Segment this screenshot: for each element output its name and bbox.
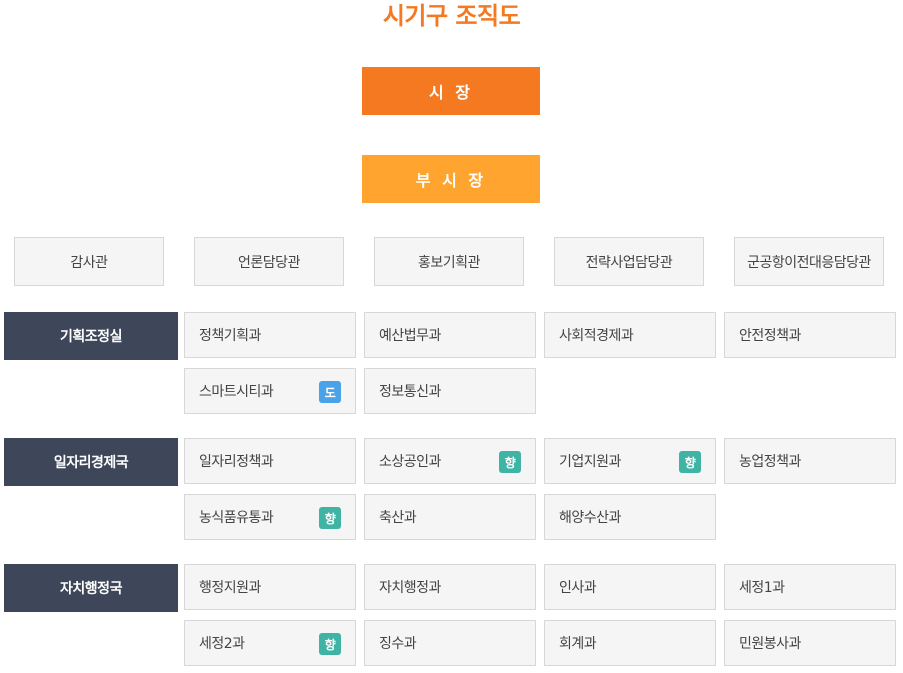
staff-office-box[interactable]: 군공항이전대응담당관 — [734, 237, 884, 286]
dept-label: 축산과 — [379, 510, 417, 526]
dept-label: 소상공인과 — [379, 454, 441, 470]
staff-office-box[interactable]: 홍보기획관 — [374, 237, 524, 286]
dept-box[interactable]: 해양수산과 — [544, 494, 716, 540]
dept-box[interactable]: 스마트시티과 도 — [184, 368, 356, 414]
dept-box[interactable]: 기업지원과 향 — [544, 438, 716, 484]
dept-label: 정보통신과 — [379, 384, 441, 400]
hyang-badge: 향 — [319, 633, 341, 655]
dept-box[interactable]: 정책기획과 — [184, 312, 356, 358]
dept-box[interactable]: 세정1과 — [724, 564, 896, 610]
dept-label: 민원봉사과 — [739, 636, 801, 652]
bureau-autonomous-admin[interactable]: 자치행정국 — [4, 564, 178, 612]
dept-box[interactable]: 농식품유통과 향 — [184, 494, 356, 540]
dept-box[interactable]: 축산과 — [364, 494, 536, 540]
dept-box[interactable]: 행정지원과 — [184, 564, 356, 610]
dept-label: 일자리정책과 — [199, 454, 274, 470]
dept-box[interactable]: 일자리정책과 — [184, 438, 356, 484]
hyang-badge: 향 — [679, 451, 701, 473]
hyang-badge: 향 — [319, 507, 341, 529]
dept-label: 인사과 — [559, 580, 597, 596]
dept-box[interactable]: 징수과 — [364, 620, 536, 666]
dept-label: 기업지원과 — [559, 454, 621, 470]
dept-box[interactable]: 농업정책과 — [724, 438, 896, 484]
staff-office-box[interactable]: 감사관 — [14, 237, 164, 286]
dept-label: 농업정책과 — [739, 454, 801, 470]
dept-box[interactable]: 세정2과 향 — [184, 620, 356, 666]
dept-label: 스마트시티과 — [199, 384, 274, 400]
dept-label: 회계과 — [559, 636, 597, 652]
vice-mayor-box[interactable]: 부 시 장 — [362, 155, 540, 203]
dept-label: 징수과 — [379, 636, 417, 652]
dept-box[interactable]: 소상공인과 향 — [364, 438, 536, 484]
dept-label: 해양수산과 — [559, 510, 621, 526]
dept-box[interactable]: 정보통신과 — [364, 368, 536, 414]
dept-label: 세정1과 — [739, 580, 785, 596]
dept-box[interactable]: 자치행정과 — [364, 564, 536, 610]
dept-label: 안전정책과 — [739, 328, 801, 344]
hyang-badge: 향 — [499, 451, 521, 473]
dept-label: 사회적경제과 — [559, 328, 634, 344]
province-badge: 도 — [319, 381, 341, 403]
staff-office-box[interactable]: 전략사업담당관 — [554, 237, 704, 286]
mayor-box[interactable]: 시 장 — [362, 67, 540, 115]
bureau-jobs-economy[interactable]: 일자리경제국 — [4, 438, 178, 486]
dept-label: 예산법무과 — [379, 328, 441, 344]
dept-label: 농식품유통과 — [199, 510, 274, 526]
dept-box[interactable]: 안전정책과 — [724, 312, 896, 358]
dept-box[interactable]: 민원봉사과 — [724, 620, 896, 666]
dept-label: 정책기획과 — [199, 328, 261, 344]
bureau-planning[interactable]: 기획조정실 — [4, 312, 178, 360]
page-title: 시기구 조직도 — [382, 2, 521, 30]
dept-box[interactable]: 인사과 — [544, 564, 716, 610]
staff-office-box[interactable]: 언론담당관 — [194, 237, 344, 286]
dept-box[interactable]: 회계과 — [544, 620, 716, 666]
dept-label: 행정지원과 — [199, 580, 261, 596]
dept-box[interactable]: 예산법무과 — [364, 312, 536, 358]
dept-label: 자치행정과 — [379, 580, 441, 596]
dept-box[interactable]: 사회적경제과 — [544, 312, 716, 358]
dept-label: 세정2과 — [199, 636, 245, 652]
